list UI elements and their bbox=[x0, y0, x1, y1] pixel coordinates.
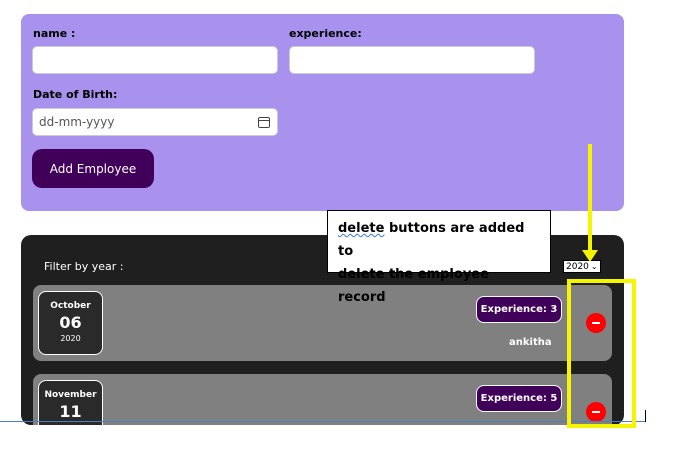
callout-line-1: delete buttons are added to bbox=[338, 217, 540, 263]
date-day: 11 bbox=[59, 402, 82, 421]
text-cursor bbox=[645, 410, 646, 422]
experience-badge: Experience: 5 bbox=[476, 385, 562, 412]
employee-form-card: name : experience: Date of Birth: dd-mm-… bbox=[21, 14, 624, 211]
dob-label: Date of Birth: bbox=[33, 88, 118, 101]
dob-placeholder: dd-mm-yyyy bbox=[39, 115, 115, 129]
date-badge: October 06 2020 bbox=[38, 291, 103, 355]
annotation-arrow-head bbox=[582, 250, 598, 262]
calendar-icon[interactable] bbox=[258, 116, 270, 128]
filter-label: Filter by year : bbox=[44, 260, 124, 273]
annotation-highlight-box bbox=[567, 279, 636, 428]
date-month: November bbox=[44, 390, 97, 400]
year-filter-value: 2020 bbox=[566, 261, 589, 272]
date-badge: November 11 bbox=[38, 380, 103, 425]
annotation-callout: delete buttons are added to delete the e… bbox=[327, 210, 551, 305]
callout-word-delete: delete bbox=[338, 221, 385, 236]
experience-input[interactable] bbox=[289, 46, 535, 74]
employee-name: ankitha bbox=[509, 337, 552, 348]
annotation-arrow-shaft bbox=[588, 144, 592, 252]
chevron-down-icon: ⌄ bbox=[590, 261, 598, 271]
date-day: 06 bbox=[59, 313, 82, 332]
date-year: 2020 bbox=[60, 334, 81, 343]
date-month: October bbox=[50, 301, 91, 311]
app-screen: name : experience: Date of Birth: dd-mm-… bbox=[0, 0, 691, 451]
name-label: name : bbox=[33, 27, 76, 40]
experience-label: experience: bbox=[289, 27, 362, 40]
callout-line-2: delete the employee record bbox=[338, 267, 489, 305]
dob-input[interactable]: dd-mm-yyyy bbox=[32, 108, 278, 136]
employee-item: November 11 Experience: 5 bbox=[33, 374, 612, 425]
page-bottom-edge bbox=[0, 421, 645, 422]
add-employee-button[interactable]: Add Employee bbox=[32, 149, 154, 188]
name-input[interactable] bbox=[32, 46, 278, 74]
